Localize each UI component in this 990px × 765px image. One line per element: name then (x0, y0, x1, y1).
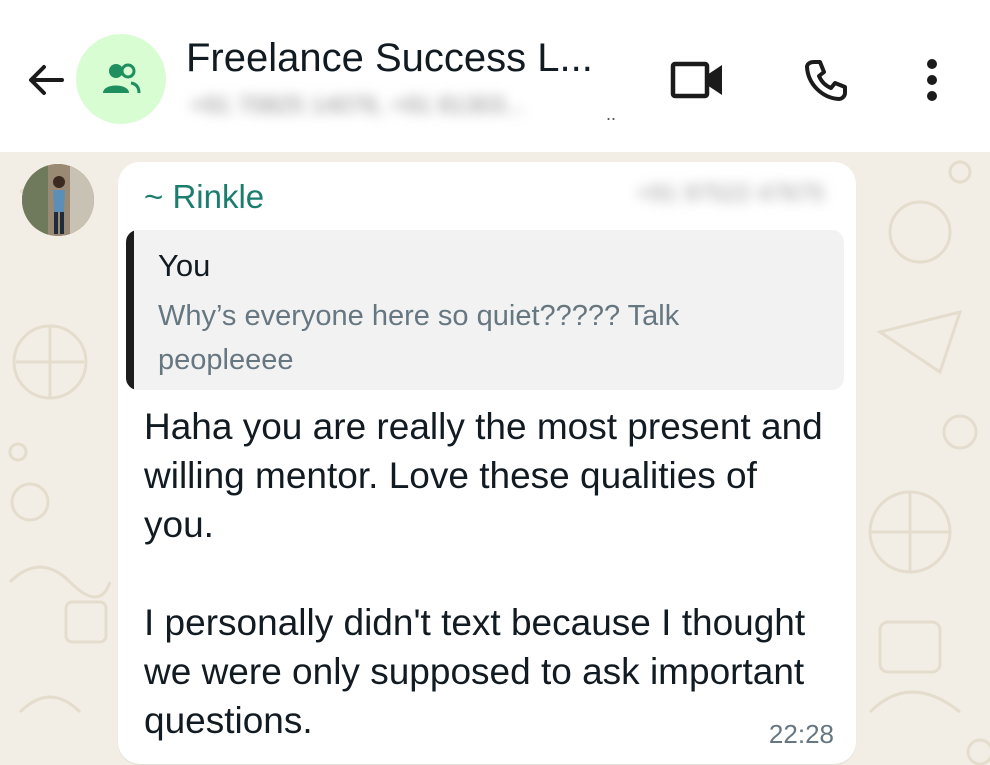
phone-icon (805, 60, 847, 101)
message-timestamp: 22:28 (768, 719, 834, 749)
sender-phone: +91 97522 47675 (636, 180, 824, 207)
video-call-button[interactable] (666, 48, 730, 112)
quoted-message[interactable]: You Why’s everyone here so quiet????? Ta… (126, 230, 844, 390)
sender-name[interactable]: ~ Rinkle (144, 178, 264, 216)
chat-header: Freelance Success L... +91 70825 14076, … (0, 0, 990, 152)
message-bubble[interactable]: ~ Rinkle +91 97522 47675 You Why’s every… (118, 162, 856, 764)
back-arrow-icon (29, 65, 64, 95)
sender-avatar[interactable] (22, 164, 94, 236)
quote-author: You (158, 248, 211, 283)
more-vertical-icon (927, 59, 937, 101)
message-paragraph: I personally didn't text because I thoug… (144, 602, 806, 741)
message-paragraph: Haha you are really the most present and… (144, 406, 823, 545)
group-avatar[interactable] (76, 34, 166, 124)
chat-area[interactable]: ~ Rinkle +91 97522 47675 You Why’s every… (0, 152, 990, 765)
message-text: Haha you are really the most present and… (144, 402, 834, 745)
more-options-button[interactable] (900, 48, 964, 112)
paragraph-spacer (144, 549, 834, 598)
quote-bar (126, 230, 134, 390)
group-icon (103, 63, 141, 94)
group-members-list[interactable]: +91 70825 14076, +91 81303... (190, 92, 620, 128)
members-ellipsis: .. (606, 104, 617, 124)
chat-title[interactable]: Freelance Success L... (186, 36, 646, 81)
quote-text: Why’s everyone here so quiet????? Talk p… (158, 300, 680, 376)
video-call-icon (670, 61, 722, 99)
back-button[interactable] (18, 52, 74, 108)
profile-photo-icon (22, 164, 94, 236)
voice-call-button[interactable] (794, 48, 858, 112)
